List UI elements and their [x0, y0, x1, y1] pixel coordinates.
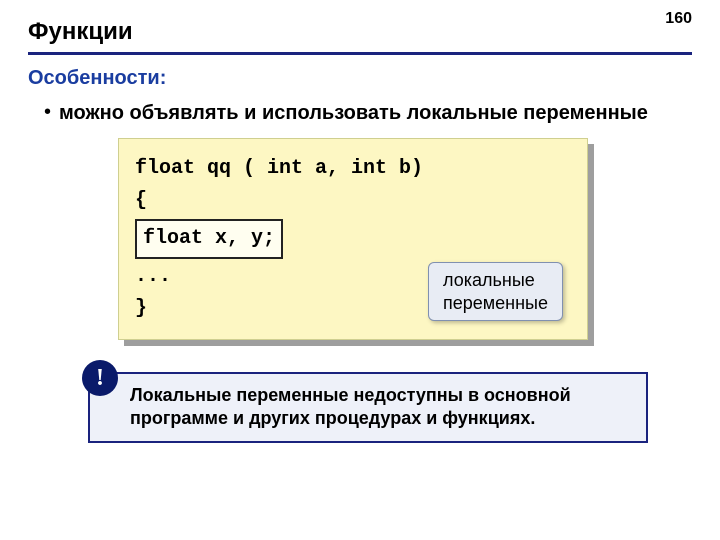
- callout-line: переменные: [443, 292, 548, 315]
- page-title: Функции: [28, 18, 692, 55]
- bullet-item: • можно объявлять и использовать локальн…: [44, 100, 692, 126]
- code-block: float qq ( int a, int b) { float x, y; .…: [118, 138, 588, 340]
- code-highlight-box: float x, y;: [135, 219, 283, 259]
- code-block-container: float qq ( int a, int b) { float x, y; .…: [118, 138, 588, 340]
- note-text: Локальные переменные недоступны в основн…: [130, 385, 571, 428]
- code-line: float qq ( int a, int b): [135, 153, 571, 185]
- page-number: 160: [665, 10, 692, 28]
- note-box: Локальные переменные недоступны в основн…: [88, 372, 648, 443]
- bullet-marker: •: [44, 100, 51, 124]
- bullet-text: можно объявлять и использовать локальные…: [59, 100, 648, 126]
- section-subtitle: Особенности:: [28, 67, 692, 90]
- callout-label: локальные переменные: [428, 262, 563, 321]
- exclamation-icon: !: [82, 360, 118, 396]
- callout-line: локальные: [443, 269, 548, 292]
- note-region: ! Локальные переменные недоступны в осно…: [88, 372, 648, 443]
- code-line: {: [135, 185, 571, 217]
- code-highlight-text: float x, y;: [143, 227, 275, 250]
